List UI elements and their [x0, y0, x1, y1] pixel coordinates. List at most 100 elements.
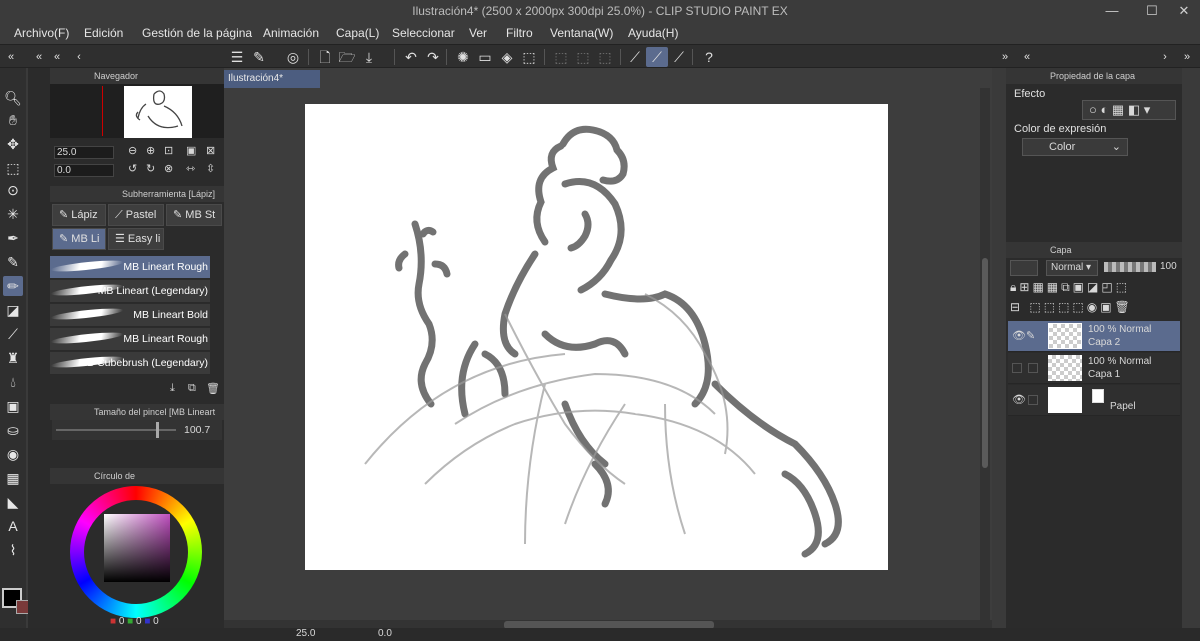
rotation-field[interactable]: 0.0 [54, 164, 114, 177]
pen-icon[interactable]: ✎ [3, 252, 23, 272]
zoom-field[interactable]: 25.0 [54, 146, 114, 159]
subtool-tab-lapiz[interactable]: ✎ Lápiz [52, 204, 106, 226]
layer-row[interactable]: 100 % Normal Capa 1 [1008, 353, 1180, 384]
zoom-in-icon[interactable]: ⊕ [146, 144, 155, 157]
color-square[interactable] [104, 514, 170, 582]
brush-item[interactable]: MB Lineart Bold [50, 304, 210, 327]
menu-seleccionar[interactable]: Seleccionar [392, 26, 455, 40]
flip-v-icon[interactable]: ⇳ [206, 162, 215, 175]
airbrush-icon[interactable]: ⟋ [3, 324, 23, 344]
menu-edicion[interactable]: Edición [84, 26, 123, 40]
figure-icon[interactable]: ◉ [3, 444, 23, 464]
help-icon[interactable]: ? [698, 47, 720, 67]
collapse-left-icon[interactable]: « [0, 47, 22, 67]
vertical-scroll-thumb[interactable] [982, 258, 988, 468]
subtool-tab-easy-li[interactable]: ☰ Easy li [108, 228, 164, 250]
color-wheel[interactable] [70, 486, 202, 618]
undo-icon[interactable]: ↶ [400, 47, 422, 67]
deselect-icon[interactable]: ⬚ [550, 47, 572, 67]
pencil-icon[interactable]: ✎ [1026, 329, 1035, 342]
blend-mode-select[interactable]: Normal ▾ [1046, 260, 1098, 276]
show-selection-icon[interactable]: ⬚ [594, 47, 616, 67]
blend-icon[interactable]: 💧︎ [3, 372, 23, 392]
layer-color-select[interactable] [1010, 260, 1038, 276]
eyedropper-icon[interactable]: ✒ [3, 228, 23, 248]
magic-wand-icon[interactable]: ✳ [3, 204, 23, 224]
balloon-icon[interactable]: ⌇ [3, 540, 23, 560]
brush-duplicate-icon[interactable]: ⧉ [188, 382, 196, 395]
decoration-icon[interactable]: ♜ [3, 348, 23, 368]
open-folder-icon[interactable]: 🗁 [336, 47, 358, 67]
pencil-icon[interactable]: ✏︎ [3, 276, 23, 296]
menu-capa[interactable]: Capa(L) [336, 26, 379, 40]
subtool-tab-mb-li[interactable]: ✎ MB Li [52, 228, 106, 250]
fill-icon[interactable]: ◈ [496, 47, 518, 67]
minimize-icon[interactable]: — [1092, 0, 1132, 22]
lock-checkbox[interactable] [1028, 363, 1038, 373]
menu-filtro[interactable]: Filtro [506, 26, 533, 40]
layer-toolbar-icons-2[interactable]: ⊟ ⬚⬚⬚⬚◉▣🗑︎ [1010, 300, 1180, 314]
document-tab[interactable]: Ilustración4* [224, 70, 320, 88]
new-file-icon[interactable]: 🗋 [314, 47, 336, 67]
transform-icon[interactable]: ⬚ [518, 47, 540, 67]
menu-gestion-pagina[interactable]: Gestión de la página [142, 26, 252, 40]
collapse-left3-icon[interactable]: « [46, 47, 68, 67]
vertical-scrollbar[interactable] [980, 88, 990, 620]
menu-archivo[interactable]: Archivo(F) [14, 26, 69, 40]
zoom-icon[interactable]: 🔍︎ [3, 88, 23, 108]
brush-item[interactable]: MB Lineart Rough [50, 256, 210, 279]
visibility-checkbox[interactable] [1012, 363, 1022, 373]
fit-icon[interactable]: ⊡ [164, 144, 173, 157]
redo-icon[interactable]: ↷ [422, 47, 444, 67]
eye-icon[interactable]: 👁︎ [1012, 329, 1026, 342]
text-icon[interactable]: A [3, 516, 23, 536]
selection-icon[interactable]: ⬚ [3, 158, 23, 178]
flip-h-icon[interactable]: ⇿ [186, 162, 195, 175]
brush-item[interactable]: MB Lineart (Legendary) [50, 280, 210, 303]
move-icon[interactable]: ✥ [3, 134, 23, 154]
menu-ventana[interactable]: Ventana(W) [550, 26, 613, 40]
subtool-tab-mb-st[interactable]: ✎ MB St [166, 204, 222, 226]
hand-icon[interactable]: ✋︎ [3, 110, 23, 130]
actual-size-icon[interactable]: ⊠ [206, 144, 215, 157]
ruler-icon[interactable]: ◣ [3, 492, 23, 512]
grid-snap-icon[interactable]: ⟋ [668, 47, 690, 67]
brushsize-slider[interactable]: 100.7 [52, 420, 222, 440]
navigator-preview[interactable] [50, 84, 224, 138]
close-icon[interactable]: ✕ [1164, 0, 1200, 22]
layer-row[interactable]: 👁︎ Papel [1008, 385, 1180, 416]
brush-item[interactable]: MB Lineart Rough [50, 328, 210, 351]
menu-ver[interactable]: Ver [469, 26, 487, 40]
menu-icon[interactable]: ☰ [226, 47, 248, 67]
rotate-left-icon[interactable]: ↺ [128, 162, 137, 175]
menu-animacion[interactable]: Animación [263, 26, 319, 40]
frame-icon[interactable]: ▦ [3, 468, 23, 488]
scroll-right-icon[interactable]: › [1154, 47, 1176, 67]
bucket-icon[interactable]: ⛀ [3, 420, 23, 440]
clear-outside-icon[interactable]: ▭ [474, 47, 496, 67]
brush-settings-icon[interactable]: ✎ [248, 47, 270, 67]
gradient-icon[interactable]: ▣ [3, 396, 23, 416]
scroll-left-icon[interactable]: ‹ [68, 47, 90, 67]
menu-ayuda[interactable]: Ayuda(H) [628, 26, 678, 40]
reset-rotation-icon[interactable]: ⊗ [164, 162, 173, 175]
zoom-out-icon[interactable]: ⊖ [128, 144, 137, 157]
effect-icons[interactable]: ○ ◐ ▦ ◧ ▾ [1082, 100, 1176, 120]
lock-checkbox[interactable] [1028, 395, 1038, 405]
eye-icon[interactable]: 👁︎ [1012, 393, 1026, 406]
collapse-right-icon[interactable]: » [994, 47, 1016, 67]
rotate-right-icon[interactable]: ↻ [146, 162, 155, 175]
clear-icon[interactable]: ✺ [452, 47, 474, 67]
subtool-tab-pastel[interactable]: ⟋ Pastel [108, 204, 164, 226]
brushsize-handle[interactable] [156, 422, 159, 438]
save-icon[interactable]: ⤓ [358, 47, 380, 67]
fit-screen-icon[interactable]: ▣ [186, 144, 196, 157]
expression-color-select[interactable]: Color ⌄ [1022, 138, 1128, 156]
layer-row[interactable]: 👁︎ ✎ 100 % Normal Capa 2 [1008, 321, 1180, 352]
ruler-snap-icon[interactable]: ⟋ [624, 47, 646, 67]
layer-toolbar-icons[interactable]: 🔒︎⊞▦▦⧉▣◪◰⬚ [1010, 280, 1180, 295]
drawing-canvas[interactable] [305, 104, 888, 570]
brush-item[interactable]: MB Cubebrush (Legendary) [50, 352, 210, 375]
collapse-right3-icon[interactable]: » [1176, 47, 1198, 67]
logo-icon[interactable]: ◎ [282, 47, 304, 67]
